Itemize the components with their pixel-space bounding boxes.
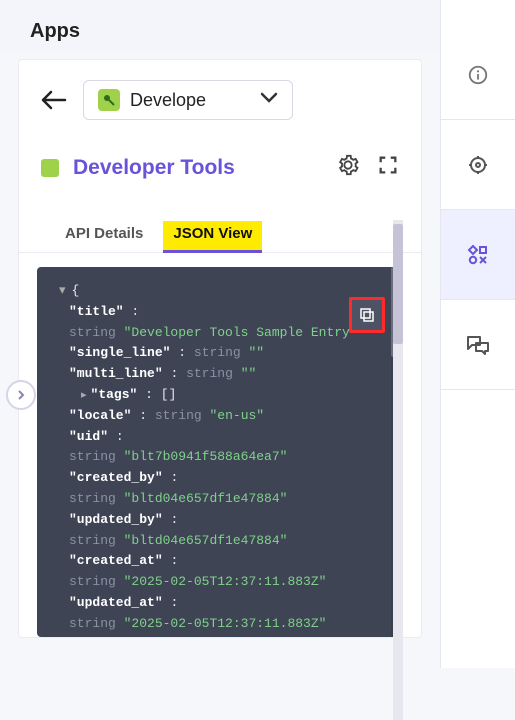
- json-val: "en-us": [209, 408, 264, 423]
- json-type: string: [69, 533, 116, 548]
- tabs: API Details JSON View: [19, 187, 421, 253]
- json-key-title: "title": [69, 304, 124, 319]
- expand-sidebar-button[interactable]: [6, 380, 36, 410]
- json-val: []: [161, 387, 177, 402]
- rail-sync-button[interactable]: [441, 120, 515, 210]
- json-key-updated-by: "updated_by": [69, 512, 163, 527]
- json-type: string: [69, 449, 116, 464]
- fullscreen-button[interactable]: [377, 154, 399, 181]
- json-type: string: [69, 491, 116, 506]
- panel-scrollbar-thumb[interactable]: [393, 224, 403, 344]
- app-selector[interactable]: Develope: [83, 80, 293, 120]
- rail-widgets-button[interactable]: [441, 210, 515, 300]
- json-type: string: [69, 574, 116, 589]
- tab-json-view[interactable]: JSON View: [163, 221, 262, 253]
- chevron-down-icon: [260, 91, 278, 109]
- app-logo-icon: [98, 89, 120, 111]
- json-key-uid: "uid": [69, 429, 108, 444]
- json-val: "2025-02-05T12:37:11.883Z": [124, 574, 327, 589]
- page-title: Developer Tools: [73, 156, 235, 180]
- json-key-single-line: "single_line": [69, 345, 170, 360]
- rail-discussion-button[interactable]: [441, 300, 515, 390]
- json-key-tags[interactable]: "tags": [91, 387, 138, 402]
- json-key-updated-at: "updated_at": [69, 595, 163, 610]
- dev-tools-icon: [41, 159, 59, 177]
- json-type: string: [69, 325, 116, 340]
- json-type: string: [69, 616, 116, 631]
- json-key-created-by: "created_by": [69, 470, 163, 485]
- json-val: "bltd04e657df1e47884": [124, 533, 288, 548]
- json-val: "blt7b0941f588a64ea7": [124, 449, 288, 464]
- app-selector-label: Develope: [130, 90, 250, 111]
- panel-scrollbar[interactable]: [393, 220, 403, 720]
- json-viewer: ▾{ "title" : string "Developer Tools Sam…: [37, 267, 403, 637]
- json-val: "2025-02-05T12:37:11.883Z": [124, 616, 327, 631]
- right-rail: [440, 0, 515, 668]
- back-button[interactable]: [39, 88, 69, 112]
- json-key-created-at: "created_at": [69, 553, 163, 568]
- json-key-locale: "locale": [69, 408, 131, 423]
- copy-json-button[interactable]: [349, 297, 385, 333]
- rail-info-button[interactable]: [441, 30, 515, 120]
- apps-header: Apps: [0, 0, 440, 51]
- json-type: string: [155, 408, 202, 423]
- json-val: "bltd04e657df1e47884": [124, 491, 288, 506]
- json-key-multi-line: "multi_line": [69, 366, 163, 381]
- json-val-title: "Developer Tools Sample Entry": [124, 325, 358, 340]
- json-val: "": [241, 366, 257, 381]
- json-val: "": [248, 345, 264, 360]
- settings-button[interactable]: [337, 154, 359, 181]
- detail-card: Develope Developer Tools API Deta: [18, 59, 422, 638]
- json-type: string: [186, 366, 233, 381]
- json-type: string: [194, 345, 241, 360]
- tab-api-details[interactable]: API Details: [59, 221, 149, 252]
